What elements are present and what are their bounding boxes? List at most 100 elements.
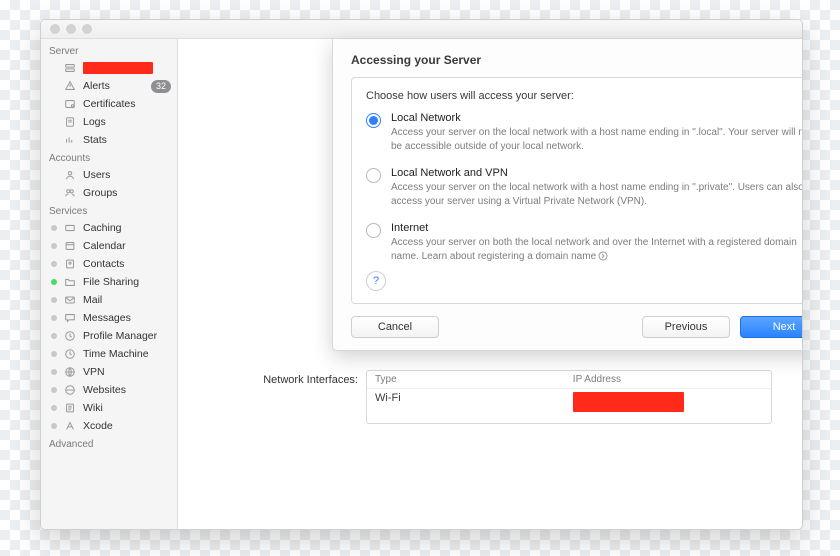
caching-icon xyxy=(63,222,77,234)
status-dot-icon xyxy=(51,423,57,429)
accessing-server-sheet: Accessing your Server Choose how users w… xyxy=(332,39,803,351)
xcode-icon xyxy=(63,420,77,432)
vpn-icon xyxy=(63,366,77,378)
sidebar-item-file-sharing[interactable]: File Sharing xyxy=(41,273,177,291)
minimize-traffic-light-icon[interactable] xyxy=(66,24,76,34)
status-dot-icon xyxy=(51,101,57,107)
sidebar-item-label: Websites xyxy=(83,384,171,396)
server-app-window: ServerAlerts32CertificatesLogsStatsAccou… xyxy=(40,19,803,530)
previous-button[interactable]: Previous xyxy=(642,316,730,338)
status-dot-icon xyxy=(51,387,57,393)
sidebar-item-groups[interactable]: Groups xyxy=(41,184,177,202)
options-prompt: Choose how users will access your server… xyxy=(366,90,803,102)
redacted-ip-address xyxy=(573,392,684,412)
chevron-right-icon[interactable] xyxy=(598,251,608,261)
status-dot-icon xyxy=(51,137,57,143)
status-dot-icon xyxy=(51,315,57,321)
option-title: Local Network xyxy=(391,112,803,124)
access-option-local-network-and-vpn[interactable]: Local Network and VPNAccess your server … xyxy=(366,167,803,208)
option-title: Internet xyxy=(391,222,803,234)
sidebar-item-label: Stats xyxy=(83,134,171,146)
sidebar-item-certificates[interactable]: Certificates xyxy=(41,95,177,113)
sidebar: ServerAlerts32CertificatesLogsStatsAccou… xyxy=(41,20,178,529)
sidebar-item-label: Groups xyxy=(83,187,171,199)
network-interfaces-table: Type IP Address Wi-Fi xyxy=(366,370,772,424)
column-header-type[interactable]: Type xyxy=(367,371,565,388)
sidebar-item-label: Mail xyxy=(83,294,171,306)
table-row[interactable]: Wi-Fi xyxy=(367,389,771,415)
sidebar-item-label: Alerts xyxy=(83,80,145,92)
sidebar-item-contacts[interactable]: Contacts xyxy=(41,255,177,273)
zoom-traffic-light-icon[interactable] xyxy=(82,24,92,34)
sidebar-group-accounts: Accounts xyxy=(41,149,177,166)
sidebar-item-label: Caching xyxy=(83,222,171,234)
cell-ip xyxy=(565,389,771,415)
sidebar-item-caching[interactable]: Caching xyxy=(41,219,177,237)
stats-icon xyxy=(63,134,77,146)
group-icon xyxy=(63,187,77,199)
calendar-icon xyxy=(63,240,77,252)
status-dot-icon xyxy=(51,172,57,178)
sidebar-item-label: Users xyxy=(83,169,171,181)
main-content: Network Interfaces: Type IP Address Wi-F… xyxy=(178,20,802,529)
sidebar-item-messages[interactable]: Messages xyxy=(41,309,177,327)
status-dot-icon xyxy=(51,225,57,231)
sidebar-item-vpn[interactable]: VPN xyxy=(41,363,177,381)
sidebar-item-alerts[interactable]: Alerts32 xyxy=(41,77,177,95)
radio-button[interactable] xyxy=(366,223,381,238)
sidebar-item-label xyxy=(83,62,171,74)
sidebar-item-users[interactable]: Users xyxy=(41,166,177,184)
close-traffic-light-icon[interactable] xyxy=(50,24,60,34)
status-dot-icon xyxy=(51,261,57,267)
help-button[interactable]: ? xyxy=(366,271,386,291)
option-description: Access your server on the local network … xyxy=(391,181,803,208)
websites-icon xyxy=(63,384,77,396)
sidebar-group-services: Services xyxy=(41,202,177,219)
column-header-ip[interactable]: IP Address xyxy=(565,371,771,388)
radio-button[interactable] xyxy=(366,113,381,128)
sidebar-item-label: Certificates xyxy=(83,98,171,110)
status-dot-icon xyxy=(51,190,57,196)
next-button[interactable]: Next xyxy=(740,316,803,338)
option-description: Access your server on both the local net… xyxy=(391,236,803,263)
access-option-internet[interactable]: Internet Access your server on both the l… xyxy=(366,222,803,263)
alert-icon xyxy=(63,80,77,92)
sidebar-item-label: Calendar xyxy=(83,240,171,252)
sidebar-item-logs[interactable]: Logs xyxy=(41,113,177,131)
status-dot-icon xyxy=(51,333,57,339)
status-dot-icon xyxy=(51,369,57,375)
sidebar-group-advanced: Advanced xyxy=(41,435,177,452)
sidebar-item-label: File Sharing xyxy=(83,276,171,288)
network-interfaces-panel: Network Interfaces: Type IP Address Wi-F… xyxy=(208,370,772,424)
cancel-button[interactable]: Cancel xyxy=(351,316,439,338)
server-icon xyxy=(63,62,77,74)
sidebar-item-label: VPN xyxy=(83,366,171,378)
sheet-title: Accessing your Server xyxy=(351,53,803,67)
network-interfaces-label: Network Interfaces: xyxy=(208,370,358,386)
status-dot-icon xyxy=(51,119,57,125)
cell-type: Wi-Fi xyxy=(367,389,565,415)
window-titlebar xyxy=(41,20,802,39)
wiki-icon xyxy=(63,402,77,414)
sidebar-item-wiki[interactable]: Wiki xyxy=(41,399,177,417)
sidebar-item-stats[interactable]: Stats xyxy=(41,131,177,149)
status-dot-icon xyxy=(51,297,57,303)
sidebar-item-label: Contacts xyxy=(83,258,171,270)
mail-icon xyxy=(63,294,77,306)
table-header: Type IP Address xyxy=(367,371,771,389)
sidebar-item-calendar[interactable]: Calendar xyxy=(41,237,177,255)
sidebar-item-label: Profile Manager xyxy=(83,330,171,342)
sidebar-item-time-machine[interactable]: Time Machine xyxy=(41,345,177,363)
status-dot-icon xyxy=(51,351,57,357)
access-option-local-network[interactable]: Local NetworkAccess your server on the l… xyxy=(366,112,803,153)
sidebar-item-server-icon[interactable] xyxy=(41,59,177,77)
radio-button[interactable] xyxy=(366,168,381,183)
sidebar-item-websites[interactable]: Websites xyxy=(41,381,177,399)
sidebar-item-profile-manager[interactable]: Profile Manager xyxy=(41,327,177,345)
folder-icon xyxy=(63,276,77,288)
sidebar-item-xcode[interactable]: Xcode xyxy=(41,417,177,435)
profile-icon xyxy=(63,330,77,342)
sidebar-item-mail[interactable]: Mail xyxy=(41,291,177,309)
timemachine-icon xyxy=(63,348,77,360)
status-dot-icon xyxy=(51,405,57,411)
